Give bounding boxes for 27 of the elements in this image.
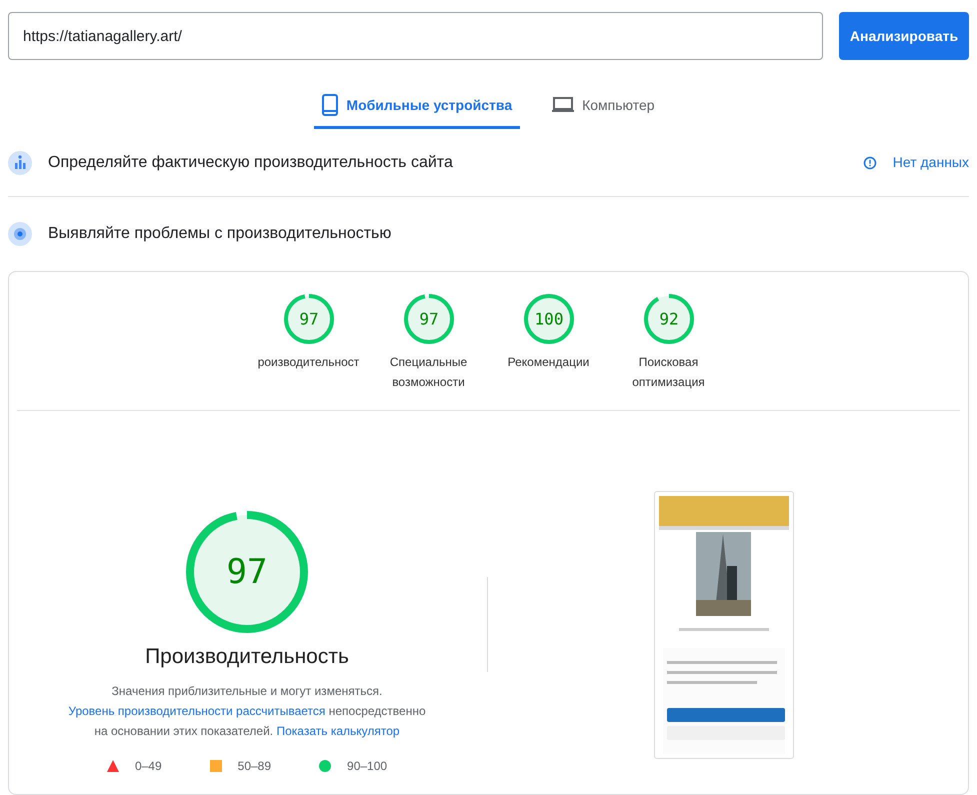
legend-label: 0–49 bbox=[134, 758, 162, 774]
score-gauge: 92 bbox=[644, 294, 694, 344]
score-gauge: 100 bbox=[524, 294, 574, 344]
phone-icon bbox=[322, 94, 338, 116]
device-tab[interactable]: Мобильные устройства bbox=[314, 86, 520, 129]
category-label: Рекомендации bbox=[508, 354, 590, 371]
category-label: Специальные возможности bbox=[388, 354, 468, 391]
note-link[interactable]: Показать калькулятор bbox=[276, 724, 400, 738]
legend-label: 90–100 bbox=[347, 758, 388, 774]
score-gauge: 97 bbox=[284, 294, 334, 344]
category-label: Поисковая оптимизация bbox=[631, 354, 706, 391]
analyze-button[interactable]: Анализировать bbox=[838, 12, 969, 60]
no-data-link[interactable]: Нет данных bbox=[892, 152, 969, 173]
score-note: Значения приблизительные и могут изменяться. Уровень производительности рассчитывается непосредственно на основании этих показателей. Показать калькулятор bbox=[67, 682, 427, 740]
device-tab[interactable]: Компьютер bbox=[544, 86, 663, 129]
category-title: Производительность bbox=[145, 644, 349, 670]
score-gauge: 97 bbox=[404, 294, 454, 344]
section-title: Выявляйте проблемы с производительностью bbox=[48, 224, 392, 244]
score-gauge: 97 bbox=[186, 511, 308, 633]
laptop-icon bbox=[552, 97, 574, 113]
legend-label: 50–89 bbox=[238, 758, 272, 774]
lab-data-icon bbox=[8, 222, 32, 246]
note-link[interactable]: Уровень производительности рассчитывается bbox=[68, 704, 326, 718]
url-field[interactable]: https://tatianagallery.art/ bbox=[8, 12, 823, 60]
category-label: роизводительност bbox=[258, 354, 360, 371]
section-title: Определяйте фактическую производительность сайта bbox=[48, 152, 454, 172]
field-data-icon bbox=[8, 150, 32, 174]
